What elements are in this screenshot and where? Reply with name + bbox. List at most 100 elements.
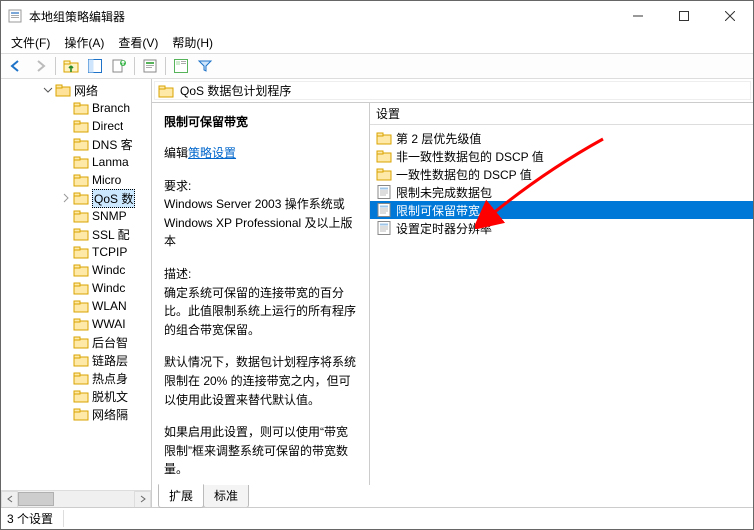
menu-help[interactable]: 帮助(H) xyxy=(166,32,219,53)
tree-hscrollbar[interactable] xyxy=(1,490,151,507)
tree-item[interactable]: WLAN xyxy=(1,297,151,315)
tree-item[interactable]: Windc xyxy=(1,261,151,279)
tree-item[interactable]: WWAI xyxy=(1,315,151,333)
folder-icon xyxy=(73,280,89,296)
list-item[interactable]: 设置定时器分辨率 xyxy=(370,219,753,237)
tree-item[interactable]: DNS 客 xyxy=(1,135,151,153)
app-icon xyxy=(7,8,23,24)
tree-item[interactable]: 链路层 xyxy=(1,351,151,369)
settings-list[interactable]: 第 2 层优先级值非一致性数据包的 DSCP 值一致性数据包的 DSCP 值限制… xyxy=(370,125,753,485)
menu-view[interactable]: 查看(V) xyxy=(112,32,164,53)
tree-label: Lanma xyxy=(92,155,129,169)
tree-label: Windc xyxy=(92,263,125,277)
maximize-button[interactable] xyxy=(661,1,707,31)
tree-label: Branch xyxy=(92,101,130,115)
folder-icon xyxy=(73,190,89,206)
folder-icon xyxy=(73,244,89,260)
up-button[interactable] xyxy=(60,55,82,77)
tree-item[interactable]: 网络隔 xyxy=(1,405,151,423)
folder-icon xyxy=(73,154,89,170)
list-item[interactable]: 限制未完成数据包 xyxy=(370,183,753,201)
show-hide-tree-button[interactable] xyxy=(84,55,106,77)
tree-label: 网络隔 xyxy=(92,406,128,423)
tab-standard[interactable]: 标准 xyxy=(203,485,249,508)
close-button[interactable] xyxy=(707,1,753,31)
setting-icon xyxy=(376,184,392,200)
list-item-label: 设置定时器分辨率 xyxy=(396,220,492,237)
folder-icon xyxy=(73,226,89,242)
list-item[interactable]: 非一致性数据包的 DSCP 值 xyxy=(370,147,753,165)
tree-item-root[interactable]: 网络 xyxy=(1,81,151,99)
tree-item[interactable]: Branch xyxy=(1,99,151,117)
back-button[interactable] xyxy=(5,55,27,77)
tree-item[interactable]: Direct xyxy=(1,117,151,135)
folder-icon xyxy=(73,316,89,332)
tree-item[interactable]: TCPIP xyxy=(1,243,151,261)
tree-item[interactable]: Micro xyxy=(1,171,151,189)
scroll-right-button[interactable] xyxy=(134,491,151,508)
folder-icon xyxy=(73,298,89,314)
description-p1: 确定系统可保留的连接带宽的百分比。此值限制系统上运行的所有程序的组合带宽保留。 xyxy=(164,286,356,337)
chevron-right-icon[interactable] xyxy=(59,191,73,205)
window-title: 本地组策略编辑器 xyxy=(29,8,615,25)
list-header[interactable]: 设置 xyxy=(370,103,753,125)
view-tabs: 扩展 标准 xyxy=(152,485,753,507)
edit-prefix: 编辑 xyxy=(164,146,188,160)
tree-label: SSL 配 xyxy=(92,226,130,243)
selected-setting-title: 限制可保留带宽 xyxy=(164,113,357,130)
chevron-down-icon[interactable] xyxy=(41,83,55,97)
folder-icon xyxy=(73,352,89,368)
scroll-thumb[interactable] xyxy=(18,492,54,506)
list-item[interactable]: 一致性数据包的 DSCP 值 xyxy=(370,165,753,183)
folder-icon xyxy=(73,334,89,350)
folder-icon xyxy=(73,406,89,422)
folder-icon xyxy=(376,130,392,146)
menubar: 文件(F) 操作(A) 查看(V) 帮助(H) xyxy=(1,31,753,53)
tree-item[interactable]: Windc xyxy=(1,279,151,297)
tree-item[interactable]: QoS 数 xyxy=(1,189,151,207)
list-item[interactable]: 第 2 层优先级值 xyxy=(370,129,753,147)
tree-item[interactable]: SNMP xyxy=(1,207,151,225)
menu-file[interactable]: 文件(F) xyxy=(5,32,56,53)
forward-button[interactable] xyxy=(29,55,51,77)
tree-item[interactable]: SSL 配 xyxy=(1,225,151,243)
export-button[interactable] xyxy=(108,55,130,77)
tree-item[interactable]: Lanma xyxy=(1,153,151,171)
description-p3: 如果启用此设置，则可以使用“带宽限制”框来调整系统可保留的带宽数量。 xyxy=(164,423,357,479)
folder-icon xyxy=(73,262,89,278)
window-controls xyxy=(615,1,753,31)
tab-extended[interactable]: 扩展 xyxy=(158,484,204,508)
tree-item[interactable]: 后台智 xyxy=(1,333,151,351)
toolbar-separator xyxy=(165,57,166,75)
folder-icon xyxy=(73,118,89,134)
menu-action[interactable]: 操作(A) xyxy=(58,32,110,53)
requirements-heading: 要求: xyxy=(164,179,191,193)
refresh-button[interactable] xyxy=(139,55,161,77)
tree-item[interactable]: 脱机文 xyxy=(1,387,151,405)
setting-icon xyxy=(376,202,392,218)
edit-policy-link[interactable]: 策略设置 xyxy=(188,146,236,160)
tree-label: WWAI xyxy=(92,317,126,331)
tree[interactable]: 网络 Branch Direct DNS 客 Lanma Micro QoS 数SNMPSS… xyxy=(1,79,151,490)
list-item-label: 非一致性数据包的 DSCP 值 xyxy=(396,148,544,165)
list-item[interactable]: 限制可保留带宽 xyxy=(370,201,753,219)
tree-label: Micro xyxy=(92,173,121,187)
requirements-text: Windows Server 2003 操作系统或 Windows XP Pro… xyxy=(164,197,353,248)
minimize-button[interactable] xyxy=(615,1,661,31)
right-pane: QoS 数据包计划程序 限制可保留带宽 编辑策略设置 要求: Windows S… xyxy=(152,79,753,507)
tree-label: Direct xyxy=(92,119,123,133)
tree-label: QoS 数 xyxy=(92,189,135,208)
filter-button[interactable] xyxy=(194,55,216,77)
description-p2: 默认情况下，数据包计划程序将系统限制在 20% 的连接带宽之内，但可以使用此设置… xyxy=(164,353,357,409)
properties-button[interactable] xyxy=(170,55,192,77)
folder-icon xyxy=(376,166,392,182)
tree-item[interactable]: 热点身 xyxy=(1,369,151,387)
titlebar: 本地组策略编辑器 xyxy=(1,1,753,31)
scroll-left-button[interactable] xyxy=(1,491,18,508)
list-column: 设置 第 2 层优先级值非一致性数据包的 DSCP 值一致性数据包的 DSCP … xyxy=(370,103,753,485)
description-column: 限制可保留带宽 编辑策略设置 要求: Windows Server 2003 操… xyxy=(152,103,370,485)
folder-icon xyxy=(158,83,174,99)
list-item-label: 一致性数据包的 DSCP 值 xyxy=(396,166,532,183)
folder-icon xyxy=(73,388,89,404)
tree-label: 热点身 xyxy=(92,370,128,387)
